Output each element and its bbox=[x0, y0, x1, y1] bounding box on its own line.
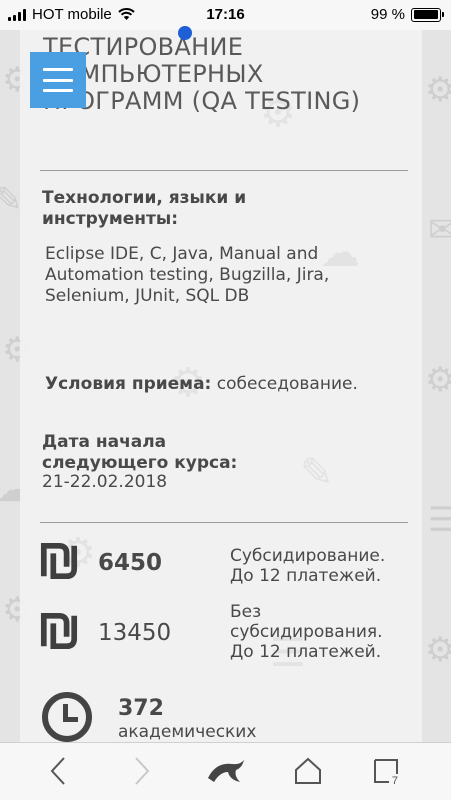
course-card: ⚙ ☁ ⚙ ✎ ⚙ ☰ ТЕСТИРОВАНИЕ КОМПЬЮТЕРНЫХ ПР… bbox=[20, 30, 422, 742]
price-note: Субсидирование. До 12 платежей. bbox=[230, 546, 386, 586]
battery-level bbox=[413, 10, 439, 19]
tabs-button[interactable]: 7 bbox=[368, 755, 404, 787]
menu-bar bbox=[43, 78, 73, 82]
price-amount: 13450 bbox=[98, 620, 172, 646]
home-icon bbox=[295, 757, 321, 784]
home-button[interactable] bbox=[290, 755, 326, 787]
divider bbox=[40, 170, 408, 171]
forward-button[interactable] bbox=[124, 755, 160, 787]
price-amount: 6450 bbox=[98, 550, 163, 576]
chevron-left-icon bbox=[50, 757, 65, 785]
menu-bar bbox=[43, 89, 73, 92]
divider bbox=[40, 522, 408, 523]
price-note: Без субсидирования. До 12 платежей. bbox=[230, 602, 383, 662]
status-bar: HOT mobile 17:16 99 % bbox=[0, 0, 451, 30]
admission-conditions: Условия приема: собеседование. bbox=[45, 374, 358, 394]
shekel-icon bbox=[40, 542, 78, 580]
browser-toolbar: 7 bbox=[0, 742, 451, 800]
battery-percent: 99 % bbox=[370, 6, 405, 23]
browser-logo-button[interactable] bbox=[205, 755, 247, 787]
admission-label: Условия приема: bbox=[45, 374, 212, 394]
battery-info: 99 % bbox=[370, 6, 444, 23]
menu-bar bbox=[43, 68, 73, 71]
tech-list: Eclipse IDE, C, Java, Manual and Automat… bbox=[45, 244, 330, 306]
dolphin-icon bbox=[208, 760, 244, 782]
duration-hours: 372 bbox=[118, 696, 164, 721]
start-date-value: 21-22.02.2018 bbox=[42, 472, 168, 492]
shekel-icon bbox=[40, 612, 78, 650]
scroll-indicator bbox=[178, 26, 192, 40]
chevron-right-icon bbox=[135, 757, 150, 785]
admission-value: собеседование. bbox=[216, 374, 358, 394]
start-date-label: Дата начала следующего курса: bbox=[42, 432, 238, 473]
duration-unit: академических bbox=[118, 722, 257, 742]
tech-label: Технологии, языки и инструменты: bbox=[42, 188, 247, 229]
clock-icon bbox=[42, 692, 92, 742]
tabs-count: 7 bbox=[391, 775, 398, 787]
battery-icon bbox=[411, 7, 444, 22]
back-button[interactable] bbox=[40, 755, 76, 787]
menu-button[interactable] bbox=[30, 52, 86, 108]
course-title: ТЕСТИРОВАНИЕ КОМПЬЮТЕРНЫХ ПРОГРАММ (QA T… bbox=[43, 33, 361, 115]
